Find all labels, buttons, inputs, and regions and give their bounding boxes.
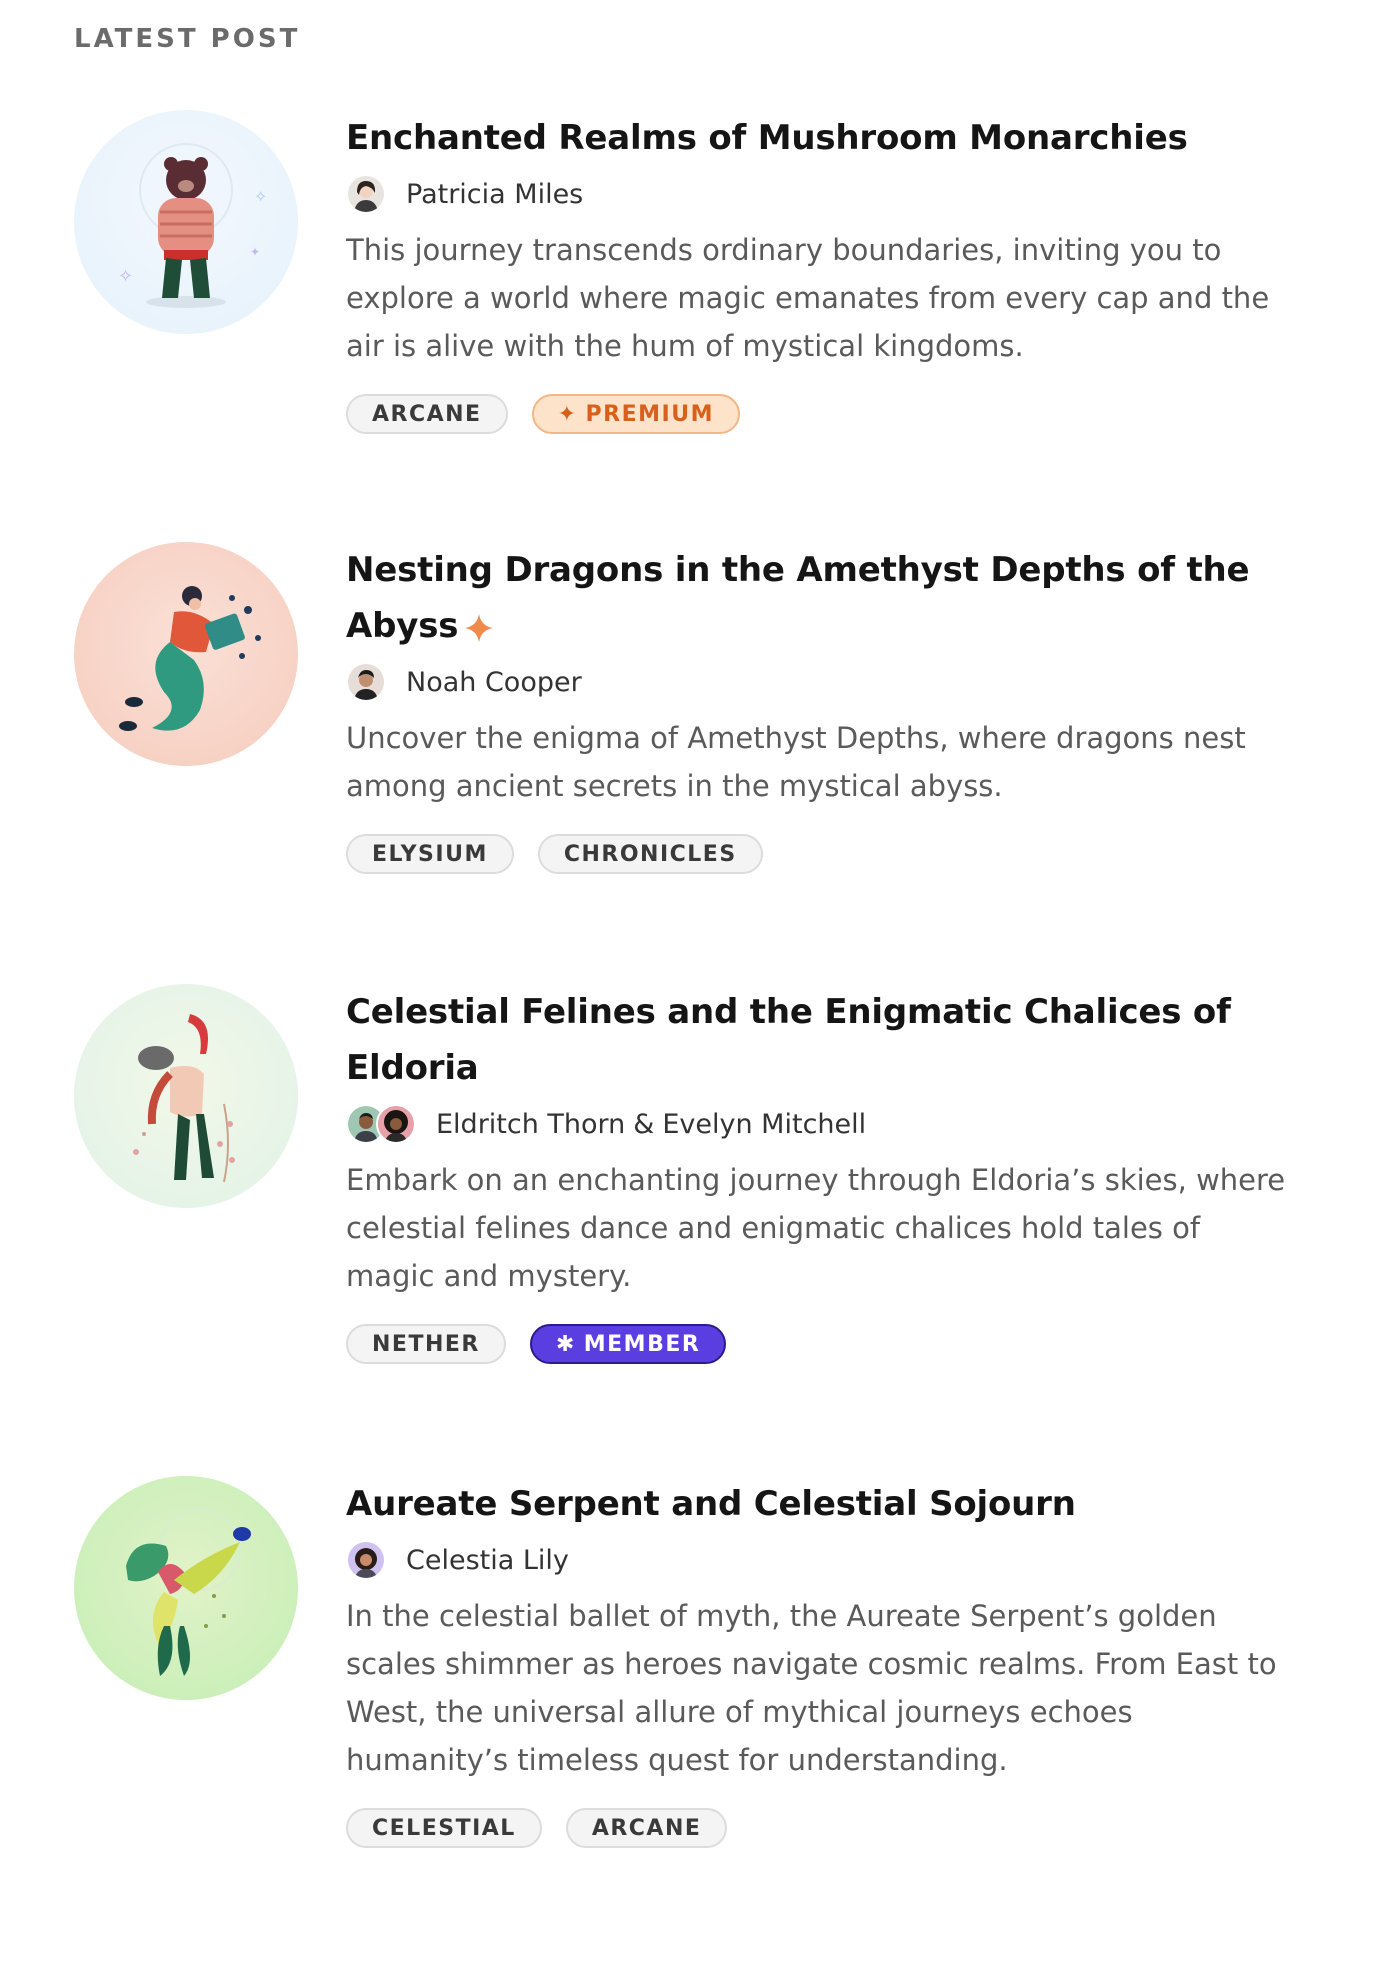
premium-badge[interactable]: ✦ PREMIUM	[531, 394, 740, 434]
post-title[interactable]: Nesting Dragons in the Amethyst Depths o…	[346, 542, 1296, 654]
post-author: Patricia Miles	[346, 172, 1296, 216]
tag-chip[interactable]: ARCANE	[565, 1808, 728, 1848]
tag-chip[interactable]: ARCANE	[346, 394, 508, 434]
sparkle-icon: ✦	[557, 401, 578, 427]
post-author: Noah Cooper	[346, 660, 1296, 704]
author-name[interactable]: Evelyn Mitchell	[662, 1109, 866, 1140]
member-badge[interactable]: ✱ MEMBER	[529, 1324, 727, 1364]
dragon-book-illustration-icon	[74, 542, 298, 766]
author-name[interactable]: Patricia Miles	[406, 179, 583, 210]
post-author: Celestia Lily	[346, 1538, 1296, 1582]
author-name[interactable]: Celestia Lily	[406, 1545, 569, 1576]
asterisk-icon: ✱	[555, 1331, 576, 1357]
feline-dancer-illustration-icon	[74, 984, 298, 1208]
svg-text:✦: ✦	[250, 245, 260, 259]
tag-chip[interactable]: CHRONICLES	[537, 834, 763, 874]
post-thumbnail[interactable]	[74, 984, 298, 1208]
post-excerpt: Uncover the enigma of Amethyst Depths, w…	[346, 721, 1246, 803]
tag-chip[interactable]: CELESTIAL	[346, 1808, 542, 1848]
author-avatar[interactable]	[346, 1540, 386, 1580]
sparkle-star-icon	[465, 613, 494, 642]
author-avatar[interactable]	[346, 662, 386, 702]
tag-list: CELESTIAL ARCANE	[346, 1808, 1296, 1848]
post-excerpt: This journey transcends ordinary boundar…	[346, 233, 1270, 363]
post-thumbnail[interactable]: ✧ ✧ ✦	[74, 110, 298, 334]
post-title[interactable]: Aureate Serpent and Celestial Sojourn	[346, 1476, 1296, 1532]
author-name[interactable]: Noah Cooper	[406, 667, 582, 698]
author-avatar[interactable]	[376, 1104, 416, 1144]
tag-chip[interactable]: ELYSIUM	[346, 834, 514, 874]
post-title[interactable]: Enchanted Realms of Mushroom Monarchies	[346, 110, 1296, 166]
section-label: LATEST POST	[74, 24, 301, 54]
post-thumbnail[interactable]	[74, 1476, 298, 1700]
author-joiner: &	[633, 1108, 655, 1140]
tag-list: ELYSIUM CHRONICLES	[346, 834, 1296, 874]
tag-list: ARCANE ✦ PREMIUM	[346, 394, 1296, 434]
bear-illustration-icon: ✧ ✧ ✦	[74, 110, 298, 334]
post-excerpt: Embark on an enchanting journey through …	[346, 1163, 1286, 1293]
tag-chip[interactable]: NETHER	[346, 1324, 506, 1364]
svg-text:✧: ✧	[118, 266, 133, 287]
author-name[interactable]: Eldritch Thorn	[436, 1109, 625, 1140]
post-excerpt: In the celestial ballet of myth, the Aur…	[346, 1599, 1277, 1777]
post-author: Eldritch Thorn & Evelyn Mitchell	[346, 1102, 1296, 1146]
post-title[interactable]: Celestial Felines and the Enigmatic Chal…	[346, 984, 1296, 1096]
svg-text:✧: ✧	[254, 187, 267, 206]
tag-list: NETHER ✱ MEMBER	[346, 1324, 1296, 1364]
post-thumbnail[interactable]	[74, 542, 298, 766]
author-avatar[interactable]	[346, 174, 386, 214]
serpent-illustration-icon	[74, 1476, 298, 1700]
